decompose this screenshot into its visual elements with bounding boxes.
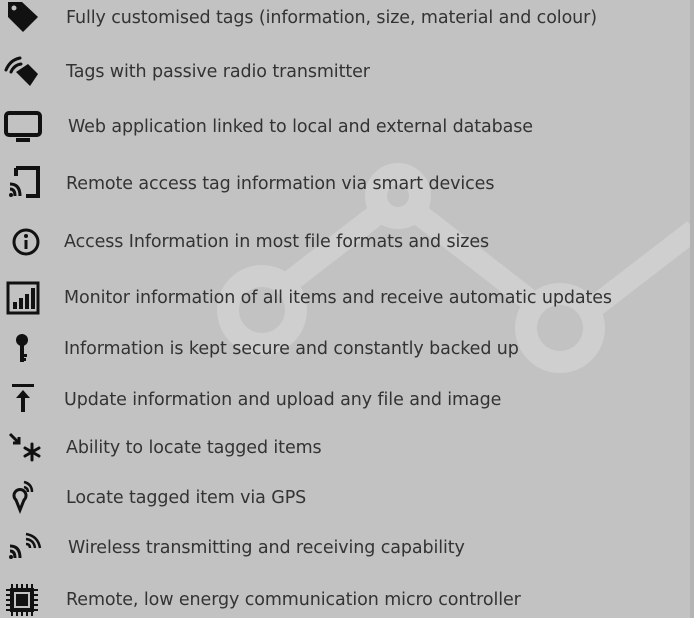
wireless-signal-icon xyxy=(6,528,48,568)
feature-label: Update information and upload any file a… xyxy=(64,390,502,410)
locate-asterisk-icon xyxy=(6,428,48,468)
feature-label: Information is kept secure and constantl… xyxy=(64,339,519,359)
feature-label: Monitor information of all items and rec… xyxy=(64,288,612,308)
feature-row: Monitor information of all items and rec… xyxy=(0,278,694,318)
feature-row: Tags with passive radio transmitter xyxy=(0,52,694,92)
key-icon xyxy=(4,329,46,369)
info-circle-icon xyxy=(6,222,48,262)
feature-row: Ability to locate tagged items xyxy=(0,428,694,468)
upload-icon xyxy=(4,380,46,420)
satellite-dish-icon xyxy=(2,52,44,92)
feature-row: Web application linked to local and exte… xyxy=(0,107,694,147)
feature-row: Wireless transmitting and receiving capa… xyxy=(0,528,694,568)
feature-label: Fully customised tags (information, size… xyxy=(66,8,597,28)
feature-label: Ability to locate tagged items xyxy=(66,438,322,458)
cast-device-icon xyxy=(4,164,46,204)
feature-row: Access Information in most file formats … xyxy=(0,222,694,262)
feature-list-page: Fully customised tags (information, size… xyxy=(0,0,694,618)
feature-label: Access Information in most file formats … xyxy=(64,232,490,252)
feature-label: Remote, low energy communication micro c… xyxy=(66,590,521,610)
monitor-icon xyxy=(2,107,44,147)
feature-label: Locate tagged item via GPS xyxy=(66,488,307,508)
feature-row: Remote, low energy communication micro c… xyxy=(0,580,694,618)
bar-chart-icon xyxy=(2,278,44,318)
feature-row: Remote access tag information via smart … xyxy=(0,164,694,204)
feature-label: Remote access tag information via smart … xyxy=(66,174,495,194)
feature-label: Wireless transmitting and receiving capa… xyxy=(68,538,465,558)
gps-pin-icon xyxy=(4,478,46,518)
feature-label: Web application linked to local and exte… xyxy=(68,117,533,137)
feature-row: Update information and upload any file a… xyxy=(0,380,694,420)
tag-icon xyxy=(2,0,44,38)
feature-label: Tags with passive radio transmitter xyxy=(66,62,370,82)
feature-row: Locate tagged item via GPS xyxy=(0,478,694,518)
feature-row: Fully customised tags (information, size… xyxy=(0,0,694,38)
microchip-icon xyxy=(2,580,44,618)
feature-row: Information is kept secure and constantl… xyxy=(0,329,694,369)
